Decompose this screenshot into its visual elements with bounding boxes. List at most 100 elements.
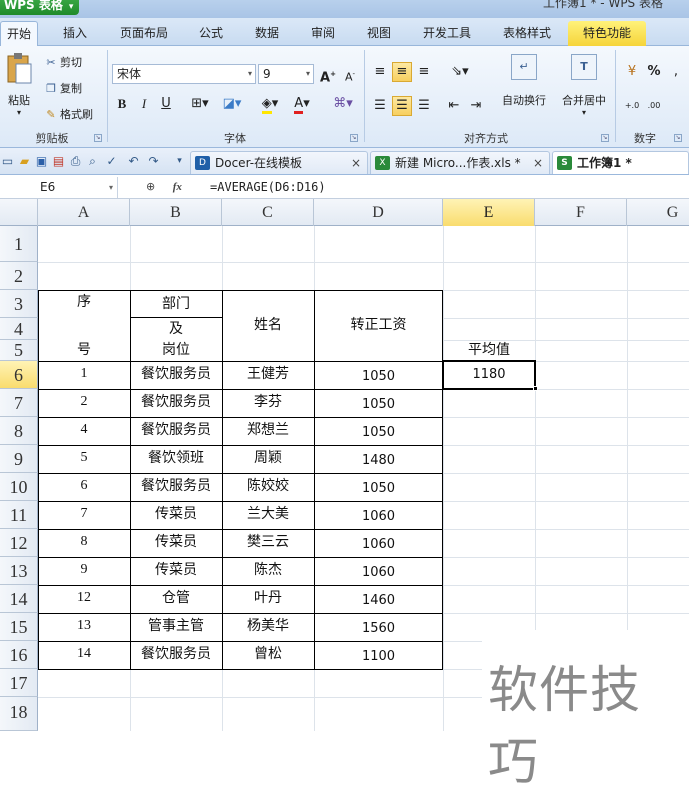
- dept-cell[interactable]: 餐饮领班: [130, 446, 222, 473]
- header-dept-bottom[interactable]: 岗位: [130, 340, 222, 361]
- dept-cell[interactable]: 仓管: [130, 586, 222, 613]
- row-header-3[interactable]: 3: [0, 290, 38, 318]
- tab-developer[interactable]: 开发工具: [412, 21, 482, 46]
- text-direction-icon[interactable]: ⇘▾: [446, 62, 474, 82]
- dialog-launcher-icon[interactable]: ↘: [94, 134, 102, 142]
- name-cell[interactable]: 樊三云: [222, 530, 314, 557]
- doc-tab-docer[interactable]: D Docer-在线模板 ×: [190, 151, 368, 174]
- tab-view[interactable]: 视图: [356, 21, 402, 46]
- formula-input[interactable]: =AVERAGE(D6:D16): [210, 177, 326, 198]
- cut-button[interactable]: ✂ 剪切: [42, 54, 82, 70]
- row-header-7[interactable]: 7: [0, 389, 38, 417]
- column-header-b[interactable]: B: [130, 199, 222, 226]
- align-middle-icon[interactable]: ≡: [392, 62, 412, 82]
- dept-cell[interactable]: 餐饮服务员: [130, 474, 222, 501]
- redo-icon[interactable]: ↷: [146, 154, 161, 169]
- seq-cell[interactable]: 13: [38, 614, 130, 641]
- save-icon[interactable]: ▣: [34, 154, 49, 169]
- app-menu-button[interactable]: WPS 表格 ▾: [0, 0, 80, 15]
- fill-style-icon[interactable]: ◪▾: [218, 94, 246, 114]
- decrease-indent-icon[interactable]: ⇤: [444, 96, 464, 116]
- seq-cell[interactable]: 2: [38, 390, 130, 417]
- export-pdf-icon[interactable]: ▤: [51, 154, 66, 169]
- name-cell[interactable]: 曾松: [222, 642, 314, 669]
- paste-button[interactable]: 粘贴 ▾: [3, 52, 35, 124]
- seq-cell[interactable]: 12: [38, 586, 130, 613]
- increase-font-icon[interactable]: A+: [318, 64, 338, 85]
- increase-indent-icon[interactable]: ⇥: [466, 96, 486, 116]
- salary-cell[interactable]: 1050: [314, 390, 443, 417]
- align-center-icon[interactable]: ☰: [392, 96, 412, 116]
- column-header-e[interactable]: E: [443, 199, 535, 226]
- print-icon[interactable]: ⎙: [68, 154, 83, 169]
- seq-cell[interactable]: 1: [38, 362, 130, 389]
- merge-center-button[interactable]: T 合并居中 ▾: [556, 54, 612, 117]
- doc-tab-workbook1[interactable]: S 工作簿1 *: [552, 151, 689, 174]
- tab-special-features[interactable]: 特色功能: [568, 21, 646, 46]
- format-painter-button[interactable]: ✎ 格式刷: [42, 106, 93, 122]
- spell-check-icon[interactable]: ✓: [104, 154, 119, 169]
- row-header-12[interactable]: 12: [0, 529, 38, 557]
- align-left-icon[interactable]: ☰: [370, 96, 390, 116]
- close-icon[interactable]: ×: [351, 152, 361, 174]
- customize-toolbar-icon[interactable]: ▾: [172, 154, 187, 169]
- close-icon[interactable]: ×: [533, 152, 543, 174]
- tab-review[interactable]: 审阅: [300, 21, 346, 46]
- dialog-launcher-icon[interactable]: ↘: [350, 134, 358, 142]
- font-size-select[interactable]: 9 ▾: [258, 64, 314, 84]
- dept-cell[interactable]: 餐饮服务员: [130, 642, 222, 669]
- dept-cell[interactable]: 餐饮服务员: [130, 418, 222, 445]
- align-top-icon[interactable]: ≡: [370, 62, 390, 82]
- salary-cell[interactable]: 1060: [314, 502, 443, 529]
- column-header-d[interactable]: D: [314, 199, 443, 226]
- salary-cell[interactable]: 1060: [314, 530, 443, 557]
- name-box[interactable]: E6 ▾: [0, 177, 118, 198]
- row-header-15[interactable]: 15: [0, 613, 38, 641]
- name-cell[interactable]: 叶丹: [222, 586, 314, 613]
- name-cell[interactable]: 周颖: [222, 446, 314, 473]
- copy-button[interactable]: ❐ 复制: [42, 80, 82, 96]
- column-header-c[interactable]: C: [222, 199, 314, 226]
- dept-cell[interactable]: 管事主管: [130, 614, 222, 641]
- bold-icon[interactable]: B: [112, 94, 132, 114]
- new-file-icon[interactable]: ▭: [0, 154, 15, 169]
- salary-cell[interactable]: 1050: [314, 362, 443, 389]
- dept-cell[interactable]: 餐饮服务员: [130, 362, 222, 389]
- average-label[interactable]: 平均值: [443, 340, 535, 361]
- underline-icon[interactable]: U: [156, 94, 176, 114]
- dept-cell[interactable]: 传菜员: [130, 502, 222, 529]
- header-salary[interactable]: 转正工资: [314, 290, 443, 361]
- tab-table-style[interactable]: 表格样式: [492, 21, 562, 46]
- percent-button[interactable]: %: [644, 62, 664, 82]
- tab-data[interactable]: 数据: [244, 21, 290, 46]
- row-header-5[interactable]: 5: [0, 340, 38, 361]
- wrap-text-button[interactable]: ↵ 自动换行: [498, 54, 550, 108]
- name-cell[interactable]: 王健芳: [222, 362, 314, 389]
- row-header-18[interactable]: 18: [0, 697, 38, 731]
- name-cell[interactable]: 杨美华: [222, 614, 314, 641]
- select-all-corner[interactable]: [0, 199, 38, 226]
- header-name[interactable]: 姓名: [222, 290, 314, 361]
- column-header-f[interactable]: F: [535, 199, 627, 226]
- zoom-icon[interactable]: ⊕: [146, 180, 155, 193]
- dept-cell[interactable]: 传菜员: [130, 530, 222, 557]
- decrease-font-icon[interactable]: A-: [340, 64, 360, 84]
- row-header-14[interactable]: 14: [0, 585, 38, 613]
- name-cell[interactable]: 李芬: [222, 390, 314, 417]
- special-format-icon[interactable]: ⌘▾: [328, 94, 358, 114]
- name-cell[interactable]: 兰大美: [222, 502, 314, 529]
- column-header-a[interactable]: A: [38, 199, 130, 226]
- dialog-launcher-icon[interactable]: ↘: [674, 134, 682, 142]
- header-seq-bottom[interactable]: 号: [38, 340, 130, 361]
- salary-cell[interactable]: 1480: [314, 446, 443, 473]
- seq-cell[interactable]: 9: [38, 558, 130, 585]
- doc-tab-xls[interactable]: X 新建 Micro...作表.xls * ×: [370, 151, 550, 174]
- tab-formulas[interactable]: 公式: [188, 21, 234, 46]
- print-preview-icon[interactable]: ⌕: [85, 154, 100, 169]
- align-bottom-icon[interactable]: ≡: [414, 62, 434, 82]
- currency-icon[interactable]: ¥: [622, 62, 642, 82]
- salary-cell[interactable]: 1460: [314, 586, 443, 613]
- row-header-11[interactable]: 11: [0, 501, 38, 529]
- header-dept-top[interactable]: 部门: [130, 291, 222, 317]
- decrease-decimal-icon[interactable]: .00: [644, 96, 664, 116]
